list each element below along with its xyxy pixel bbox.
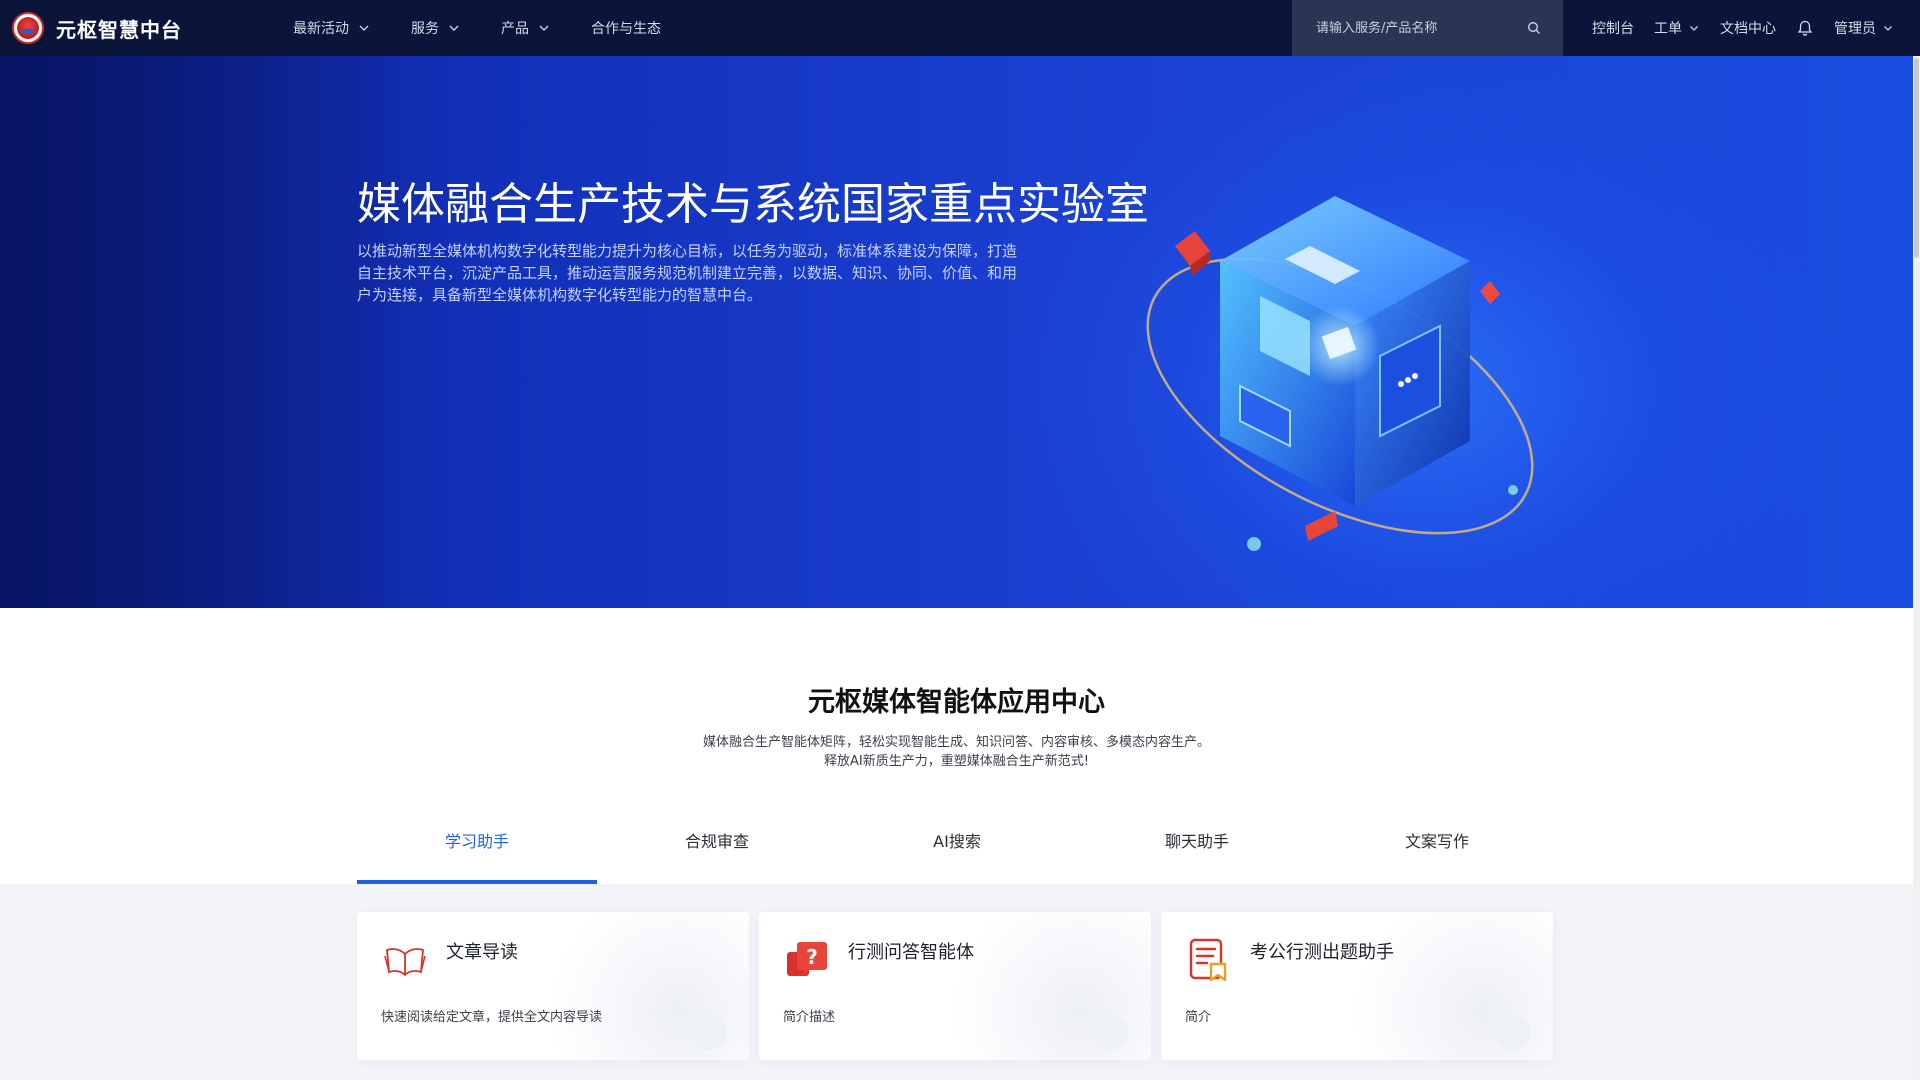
ticket-menu[interactable]: 工单 [1654, 18, 1700, 38]
tab-chat-assistant[interactable]: 聊天助手 [1077, 808, 1317, 884]
card-description: 简介描述 [783, 1010, 836, 1025]
tab-copywriting[interactable]: 文案写作 [1317, 808, 1557, 884]
card-title: 考公行测出题助手 [1250, 942, 1394, 963]
card-title: 行测问答智能体 [848, 942, 974, 963]
agent-card-exam-question-generator[interactable]: 考公行测出题助手 简介 [1161, 912, 1553, 1060]
hero-cube-illustration [1146, 196, 1534, 551]
search-input[interactable] [1316, 20, 1527, 36]
brand[interactable]: 元枢智慧中台 [12, 10, 182, 46]
search-icon[interactable] [1527, 21, 1541, 35]
section-desc-line-2: 释放AI新质生产力，重塑媒体融合生产新范式! [824, 754, 1089, 769]
search-box [1292, 0, 1563, 56]
tab-compliance-review[interactable]: 合规审查 [597, 808, 837, 884]
brand-logo-icon [12, 12, 44, 44]
nav-item-label: 产品 [501, 21, 529, 37]
chevron-down-icon [1884, 26, 1892, 31]
scrollbar-thumb[interactable] [1914, 58, 1919, 258]
tab-ai-search[interactable]: AI搜索 [837, 808, 1077, 884]
section-title: 元枢媒体智能体应用中心 [808, 687, 1105, 718]
docs-center-link[interactable]: 文档中心 [1720, 18, 1776, 38]
card-decoration [1495, 1014, 1531, 1050]
nav-item-partners[interactable]: 合作与生态 [591, 0, 661, 56]
nav-item-services[interactable]: 服务 [411, 0, 461, 56]
svg-text:?: ? [806, 945, 818, 969]
bell-icon[interactable] [1796, 19, 1814, 37]
card-description: 快速阅读给定文章，提供全文内容导读 [381, 1010, 603, 1025]
top-navigation-bar: 元枢智慧中台 最新活动 服务 产品 合作与生态 控制台 工单 文档中心 管 [0, 0, 1920, 56]
nav-item-label: 合作与生态 [591, 21, 661, 37]
hero-banner: 媒体融合生产技术与系统国家重点实验室 以推动新型全媒体机构数字化转型能力提升为核… [0, 56, 1913, 608]
ticket-label: 工单 [1654, 21, 1682, 37]
user-menu[interactable]: 管理员 [1834, 18, 1894, 38]
document-bookmark-icon [1189, 938, 1227, 982]
hero-title: 媒体融合生产技术与系统国家重点实验室 [357, 179, 1149, 230]
hero-description: 以推动新型全媒体机构数字化转型能力提升为核心目标，以任务为驱动，标准体系建设为保… [357, 242, 1018, 304]
open-book-icon [384, 948, 426, 977]
question-chat-icon: ? [787, 942, 827, 976]
chevron-down-icon [359, 25, 369, 31]
user-label: 管理员 [1834, 21, 1876, 37]
agent-card-article-guide[interactable]: 文章导读 快速阅读给定文章，提供全文内容导读 [357, 912, 749, 1060]
right-nav: 控制台 工单 文档中心 管理员 [1592, 0, 1914, 56]
card-title: 文章导读 [446, 942, 518, 963]
brand-name: 元枢智慧中台 [56, 17, 182, 42]
hero-shade [0, 56, 420, 608]
main-nav: 最新活动 服务 产品 合作与生态 [293, 0, 701, 56]
agent-card-exam-qa[interactable]: ? 行测问答智能体 简介描述 [759, 912, 1151, 1060]
console-link[interactable]: 控制台 [1592, 18, 1634, 38]
nav-item-label: 最新活动 [293, 21, 349, 37]
card-description: 简介 [1185, 1010, 1212, 1025]
tab-learning-assistant[interactable]: 学习助手 [357, 808, 597, 884]
nav-item-products[interactable]: 产品 [501, 0, 551, 56]
chevron-down-icon [449, 25, 459, 31]
nav-item-label: 服务 [411, 21, 439, 37]
section-description: 媒体融合生产智能体矩阵，轻松实现智能生成、知识问答、内容审核、多模态内容生产。 … [0, 733, 1913, 771]
chevron-down-icon [539, 25, 549, 31]
section-desc-line-1: 媒体融合生产智能体矩阵，轻松实现智能生成、知识问答、内容审核、多模态内容生产。 [702, 735, 1210, 750]
agent-category-tabs: 学习助手 合规审查 AI搜索 聊天助手 文案写作 [357, 808, 1557, 884]
nav-item-latest-activities[interactable]: 最新活动 [293, 0, 371, 56]
chevron-down-icon [1690, 26, 1698, 31]
card-decoration [1093, 1014, 1129, 1050]
card-decoration [691, 1014, 727, 1050]
